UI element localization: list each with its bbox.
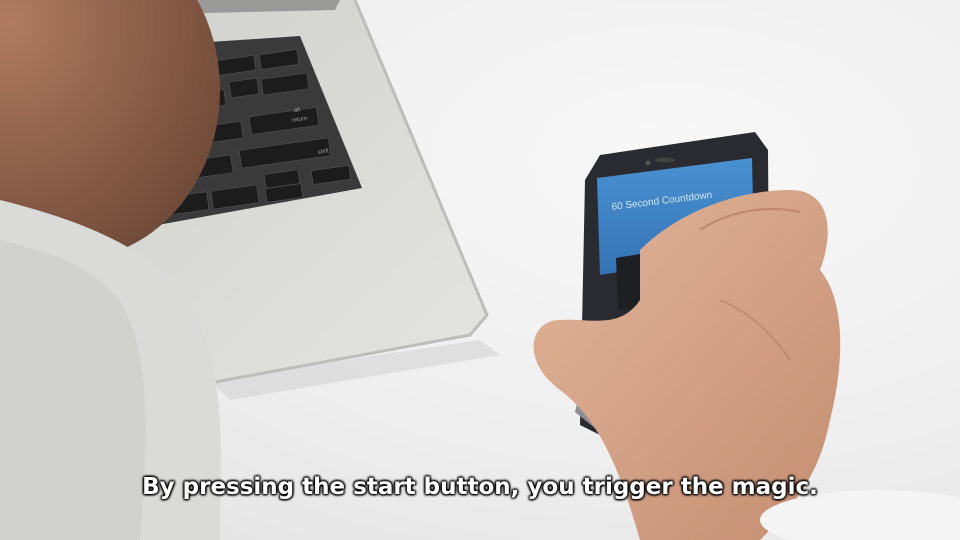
scene-illustration: altshiftreturncommandoption 60 Second Co… <box>0 0 960 540</box>
phone-speaker <box>655 157 675 163</box>
phone-camera <box>645 160 651 166</box>
key-label: alt <box>293 107 300 114</box>
video-subtitle: By pressing the start button, you trigge… <box>142 474 818 500</box>
video-frame: altshiftreturncommandoption 60 Second Co… <box>0 0 960 540</box>
